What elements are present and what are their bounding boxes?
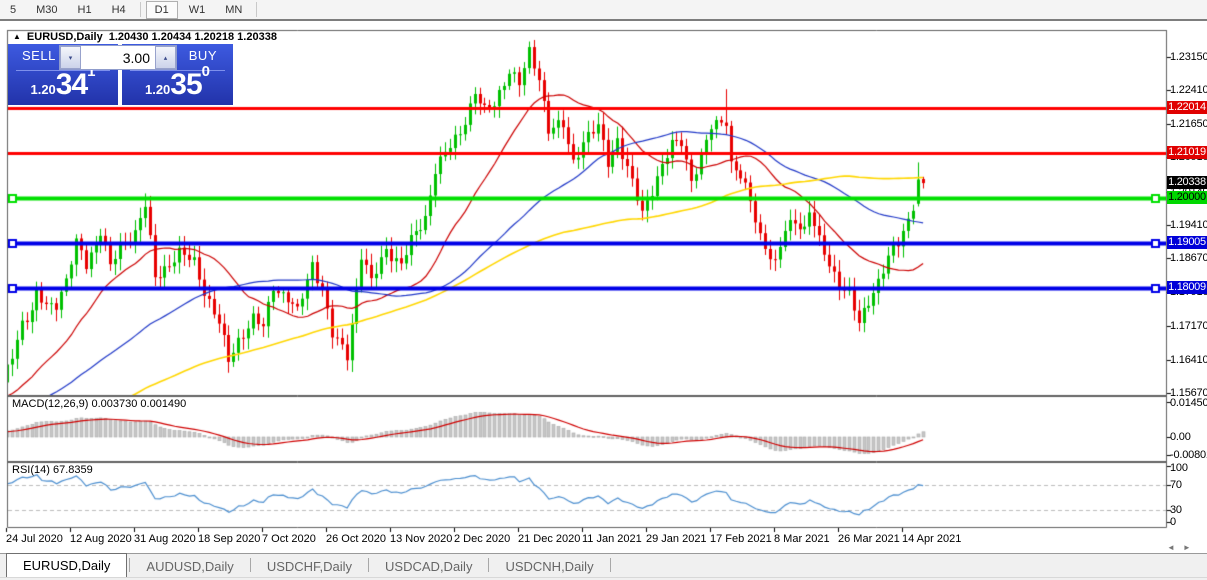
date-tick-label: 8 Mar 2021	[774, 533, 830, 545]
chart-tab-usdcnh[interactable]: USDCNH,Daily	[491, 556, 607, 577]
date-tick-label: 17 Feb 2021	[710, 533, 772, 545]
price-tick-label: -0.00801	[1170, 449, 1207, 461]
chart-tab-bar: EURUSD,DailyAUDUSD,DailyUSDCHF,DailyUSDC…	[0, 553, 1207, 577]
buy-price-pips: 35	[170, 68, 201, 101]
price-tick-label: 1.21650	[1170, 118, 1207, 130]
tab-separator	[488, 558, 489, 572]
buy-label: BUY	[189, 48, 217, 63]
macd-indicator-label: MACD(12,26,9) 0.003730 0.001490	[12, 398, 186, 410]
sell-price-pips: 34	[56, 68, 87, 101]
timeframe-toolbar: 5M30H1H4 D1W1MN	[0, 0, 1207, 21]
tab-separator	[368, 558, 369, 572]
price-tick-label: 1.23150	[1170, 51, 1207, 63]
chart-scrollbar: ◄ ►	[1167, 543, 1191, 552]
price-tick-label: 0.01450	[1170, 397, 1207, 409]
trading-platform-window: 5M30H1H4 D1W1MN ▲ EURUSD,Daily 1.20430 1.…	[0, 0, 1207, 580]
price-tick-label: 0	[1170, 516, 1176, 528]
tab-separator	[250, 558, 251, 572]
price-tick-label: 1.19410	[1170, 219, 1207, 231]
one-click-trading-panel: SELL 1.20341 BUY 1.20350 ▾ ▴	[8, 44, 233, 105]
price-tick-label: 100	[1170, 462, 1188, 474]
price-tick-label: 0.00	[1170, 431, 1191, 443]
date-tick-label: 26 Oct 2020	[326, 533, 386, 545]
date-tick-label: 21 Dec 2020	[518, 533, 580, 545]
price-level-badge: 1.18009	[1167, 281, 1207, 294]
date-tick-label: 12 Aug 2020	[70, 533, 132, 545]
date-tick-label: 14 Apr 2021	[902, 533, 961, 545]
timeframe-button-mn[interactable]: MN	[216, 1, 251, 19]
date-tick-label: 13 Nov 2020	[390, 533, 452, 545]
date-tick-label: 24 Jul 2020	[6, 533, 63, 545]
tab-separator	[129, 558, 130, 572]
price-tick-label: 70	[1170, 479, 1182, 491]
timeframe-button-h4[interactable]: H4	[103, 1, 135, 19]
volume-spinner: ▾ ▴	[59, 45, 177, 70]
timeframe-button-d1[interactable]: D1	[146, 1, 178, 19]
tab-separator	[610, 558, 611, 572]
price-tick-label: 30	[1170, 504, 1182, 516]
date-tick-label: 29 Jan 2021	[646, 533, 707, 545]
price-level-badge: 1.20000	[1167, 191, 1207, 204]
date-tick-label: 2 Dec 2020	[454, 533, 510, 545]
timeframe-button-h1[interactable]: H1	[69, 1, 101, 19]
timeframe-button-m30[interactable]: M30	[27, 1, 66, 19]
chart-tab-audusd[interactable]: AUDUSD,Daily	[132, 556, 247, 577]
chart-title: ▲ EURUSD,Daily 1.20430 1.20434 1.20218 1…	[13, 31, 277, 43]
chart-tab-eurusd[interactable]: EURUSD,Daily	[6, 553, 127, 578]
toolbar-separator	[256, 2, 257, 17]
price-level-badge: 1.22014	[1167, 101, 1207, 114]
price-level-badge: 1.21019	[1167, 146, 1207, 159]
toolbar-separator	[140, 2, 141, 17]
buy-price-point: 0	[202, 63, 210, 80]
collapse-triangle-icon[interactable]: ▲	[13, 32, 21, 42]
price-level-badge: 1.19005	[1167, 236, 1207, 249]
timeframe-button-w1[interactable]: W1	[180, 1, 215, 19]
sell-price-prefix: 1.20	[30, 82, 55, 97]
volume-increase-button[interactable]: ▴	[155, 46, 176, 69]
volume-input[interactable]	[81, 46, 155, 69]
rsi-indicator-label: RSI(14) 67.8359	[12, 464, 93, 476]
chart-tab-usdcad[interactable]: USDCAD,Daily	[371, 556, 486, 577]
volume-decrease-button[interactable]: ▾	[60, 46, 81, 69]
price-level-badge: 1.20338	[1167, 176, 1207, 189]
price-tick-label: 1.16410	[1170, 354, 1207, 366]
scroll-left-arrow-icon[interactable]: ◄	[1167, 543, 1175, 552]
price-tick-label: 1.17170	[1170, 320, 1207, 332]
sell-label: SELL	[22, 48, 56, 63]
date-tick-label: 18 Sep 2020	[198, 533, 260, 545]
buy-price-prefix: 1.20	[145, 82, 170, 97]
price-tick-label: 1.22410	[1170, 84, 1207, 96]
date-tick-label: 26 Mar 2021	[838, 533, 900, 545]
price-tick-label: 1.18670	[1170, 252, 1207, 264]
date-tick-label: 11 Jan 2021	[582, 533, 642, 545]
timeframe-button-5[interactable]: 5	[1, 1, 25, 19]
date-tick-label: 7 Oct 2020	[262, 533, 316, 545]
date-tick-label: 31 Aug 2020	[134, 533, 196, 545]
chart-symbol-label: EURUSD,Daily	[27, 31, 103, 43]
chart-tab-usdchf[interactable]: USDCHF,Daily	[253, 556, 366, 577]
scroll-right-arrow-icon[interactable]: ►	[1183, 543, 1191, 552]
chart-ohlc-values: 1.20430 1.20434 1.20218 1.20338	[109, 31, 277, 43]
